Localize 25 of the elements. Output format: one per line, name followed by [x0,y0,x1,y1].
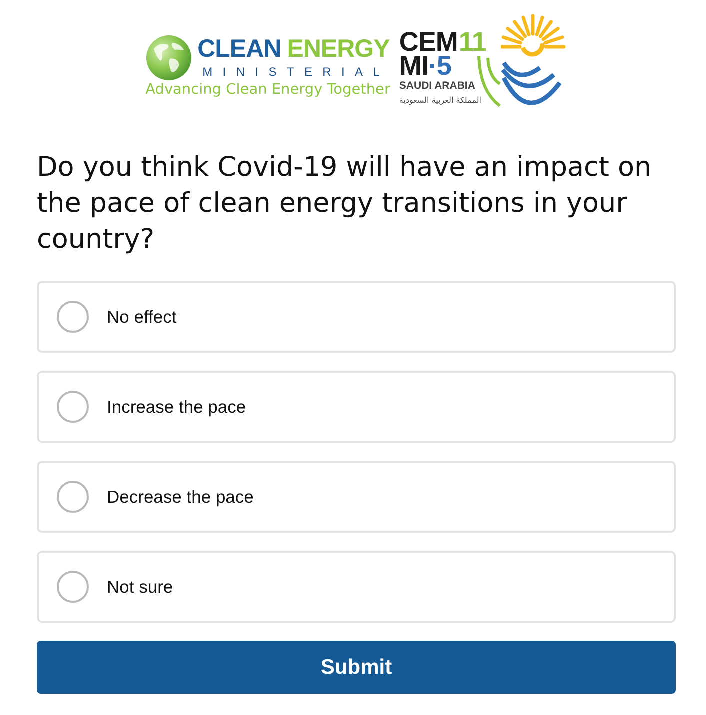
submit-button[interactable]: Submit [37,641,676,694]
event-name: CEM [399,31,458,54]
answer-option[interactable]: Increase the pace [37,371,676,443]
answer-option[interactable]: Not sure [37,551,676,623]
event-country-arabic: المملكة العربية السعودية [399,95,482,107]
logo-subtitle: MINISTERIAL [202,65,390,80]
logo-wordmark-clean: CLEAN [198,36,282,62]
event-second-line: MI [399,54,428,78]
option-label: No effect [107,306,177,328]
radio-button[interactable] [57,301,89,333]
logo-wordmark-energy: ENERGY [287,36,390,62]
option-label: Not sure [107,576,174,598]
option-label: Increase the pace [107,396,246,418]
radio-button[interactable] [57,571,89,603]
globe-icon [146,35,192,81]
question-text: Do you think Covid-19 will have an impact on the pace of clean energy transitions in your country? [37,151,653,257]
radio-button[interactable] [57,391,89,423]
event-second-line-number: ·5 [428,54,452,78]
answer-option[interactable]: Decrease the pace [37,461,676,533]
logo-tagline: Advancing Clean Energy Together [146,82,390,99]
event-country: SAUDI ARABIA [399,80,476,93]
option-label: Decrease the pace [107,486,254,508]
answer-option[interactable]: No effect [37,281,676,353]
event-number: 11 [458,31,486,54]
radio-button[interactable] [57,481,89,513]
